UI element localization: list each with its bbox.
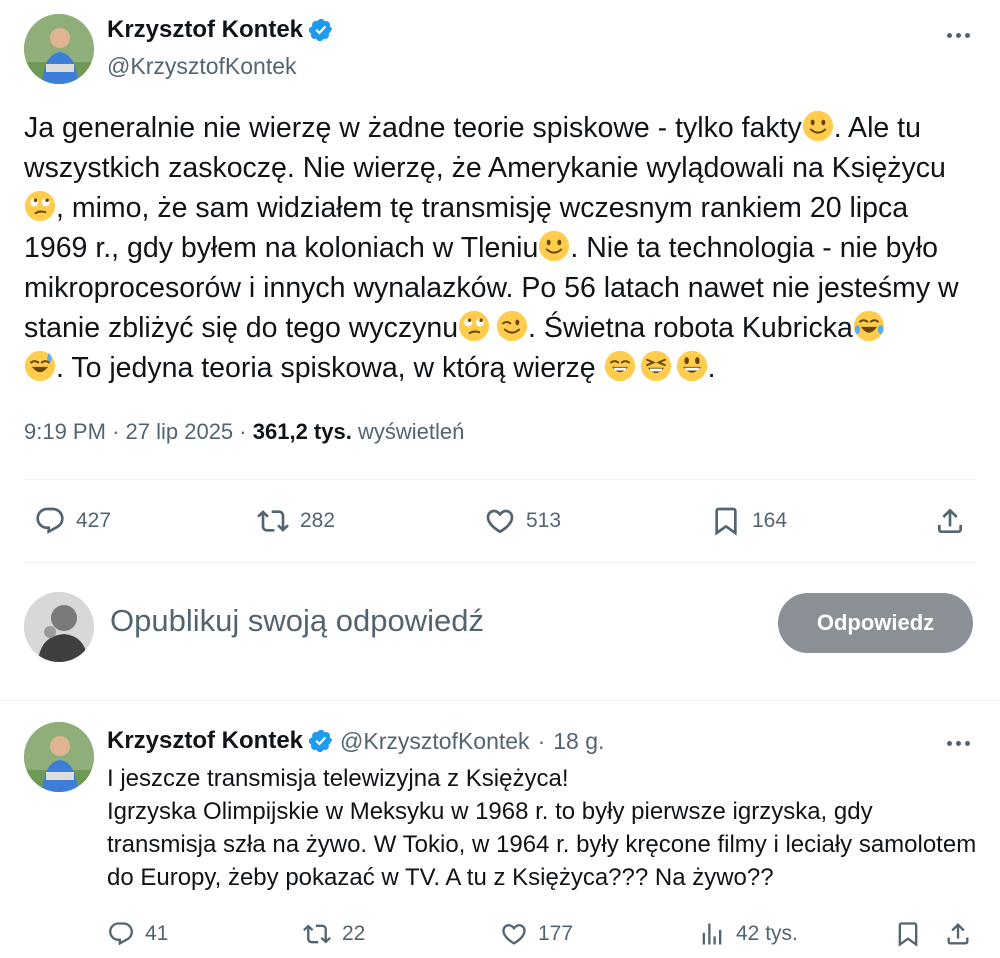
reply-count: 427 bbox=[76, 509, 112, 532]
grinning-face-emoji-icon bbox=[604, 350, 636, 382]
heart-icon bbox=[486, 509, 514, 534]
more-options-icon[interactable] bbox=[947, 33, 970, 38]
share-icon bbox=[938, 508, 962, 533]
repost-button[interactable]: 282 bbox=[256, 505, 335, 537]
reply-icon bbox=[109, 922, 133, 946]
verified-badge-icon bbox=[308, 17, 334, 43]
bookmark-count: 164 bbox=[752, 509, 788, 532]
slightly-smiling-emoji-icon bbox=[802, 110, 834, 142]
author-avatar[interactable] bbox=[24, 14, 94, 84]
tweet-meta: 9:19 PM · 27 lip 2025 · 361,2 tys. wyświ… bbox=[24, 419, 465, 444]
eye-roll-emoji-icon bbox=[458, 310, 490, 342]
bookmark-icon bbox=[715, 507, 737, 536]
reply-author-avatar[interactable] bbox=[24, 722, 94, 792]
views-count: 361,2 tys. bbox=[252, 419, 352, 444]
share-button[interactable] bbox=[934, 505, 966, 537]
repost-count: 282 bbox=[300, 509, 336, 532]
tweet-date[interactable]: 27 lip 2025 bbox=[126, 419, 234, 444]
verified-badge-icon bbox=[308, 728, 334, 754]
repost-icon bbox=[257, 510, 289, 532]
reply-author-name[interactable]: Krzysztof Kontek bbox=[107, 727, 303, 755]
author-handle[interactable]: @KrzysztofKontek bbox=[107, 53, 297, 80]
share-button[interactable] bbox=[944, 920, 972, 948]
repost-icon bbox=[303, 924, 331, 944]
bookmark-button[interactable] bbox=[894, 920, 922, 948]
squinting-grin-emoji-icon bbox=[640, 350, 672, 382]
winking-emoji-icon bbox=[496, 310, 528, 342]
eye-roll-emoji-icon bbox=[24, 190, 56, 222]
heart-icon bbox=[502, 924, 526, 945]
repost-count: 22 bbox=[342, 922, 366, 945]
views-label: wyświetleń bbox=[357, 419, 465, 444]
tears-of-joy-emoji-icon bbox=[853, 310, 885, 342]
big-eyes-grin-emoji-icon bbox=[676, 350, 708, 382]
share-icon bbox=[947, 923, 969, 945]
divider bbox=[0, 700, 1000, 701]
slightly-smiling-emoji-icon bbox=[538, 230, 570, 262]
reply-icon bbox=[36, 507, 64, 534]
like-button[interactable]: 177 bbox=[500, 920, 573, 948]
grinning-sweat-emoji-icon bbox=[24, 350, 56, 382]
reply-text: I jeszcze transmisja telewizyjna z Księż… bbox=[107, 765, 977, 891]
submit-reply-button[interactable]: Odpowiedz bbox=[778, 593, 973, 653]
like-count: 513 bbox=[526, 509, 562, 532]
reply-time[interactable]: 18 g. bbox=[553, 728, 604, 755]
like-button[interactable]: 513 bbox=[484, 505, 561, 537]
reply-count: 41 bbox=[145, 922, 169, 945]
tweet-text: Ja generalnie nie wierzę w żadne teorie … bbox=[24, 110, 959, 384]
repost-button[interactable]: 22 bbox=[302, 920, 365, 948]
more-options-icon[interactable] bbox=[947, 741, 970, 746]
analytics-icon bbox=[702, 923, 722, 945]
divider bbox=[24, 562, 976, 563]
reply-button[interactable]: 41 bbox=[107, 920, 168, 948]
views-button[interactable]: 42 tys. bbox=[698, 920, 798, 948]
reply-button[interactable]: 427 bbox=[34, 505, 111, 537]
tweet-time[interactable]: 9:19 PM bbox=[24, 419, 106, 444]
like-count: 177 bbox=[538, 922, 574, 945]
bookmark-icon bbox=[898, 922, 918, 947]
views-count: 42 tys. bbox=[736, 922, 798, 945]
reply-input[interactable]: Opublikuj swoją odpowiedź bbox=[110, 603, 484, 639]
reply-author-handle[interactable]: @KrzysztofKontek bbox=[340, 728, 530, 755]
author-name[interactable]: Krzysztof Kontek bbox=[107, 16, 303, 44]
divider bbox=[24, 479, 976, 480]
bookmark-button[interactable]: 164 bbox=[710, 505, 787, 537]
current-user-avatar[interactable] bbox=[24, 592, 94, 662]
